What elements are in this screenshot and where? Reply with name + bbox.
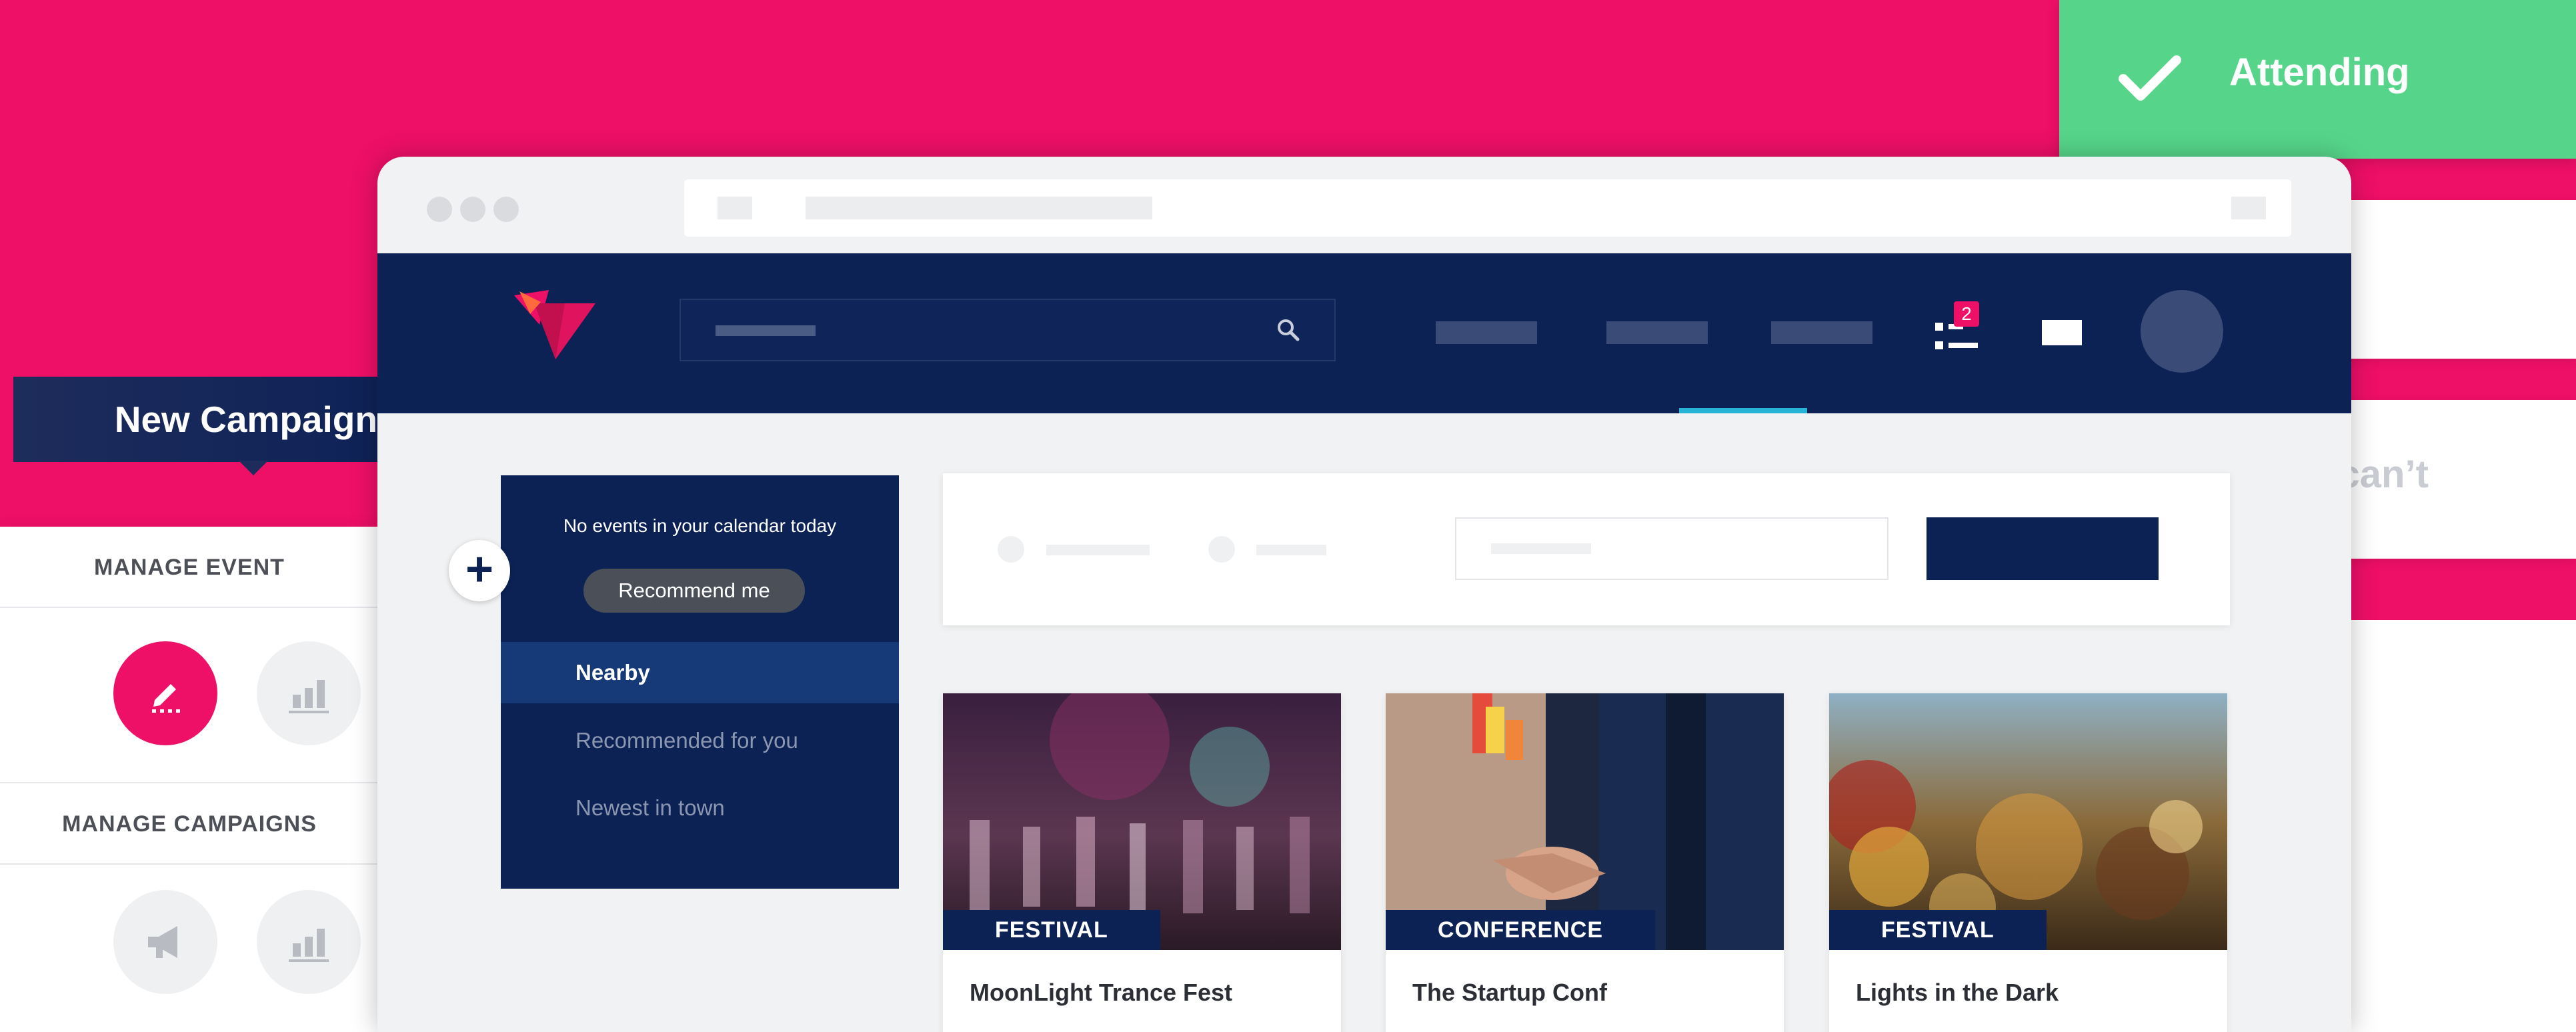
nav-link[interactable] <box>1606 321 1708 344</box>
event-stats-button[interactable] <box>257 641 361 745</box>
placeholder-block <box>718 197 752 219</box>
pencil-icon <box>152 684 180 713</box>
window-dot <box>460 197 485 222</box>
event-category-badge: CONFERENCE <box>1386 910 1656 950</box>
calendar-empty-message: No events in your calendar today <box>563 515 837 536</box>
manage-event-heading: MANAGE EVENT <box>0 527 379 608</box>
edit-event-button[interactable] <box>113 641 217 745</box>
add-button[interactable]: + <box>449 540 510 601</box>
sidebar-item-recommended[interactable]: Recommended for you <box>501 710 899 771</box>
app-logo <box>514 290 595 359</box>
event-card[interactable]: CONFERENCE The Startup Conf <box>1386 693 1784 1032</box>
placeholder-block <box>806 197 1152 219</box>
placeholder-block <box>716 325 816 336</box>
sidebar-item-newest[interactable]: Newest in town <box>501 777 899 839</box>
placeholder-block <box>2231 197 2266 219</box>
sidebar-item-nearby[interactable]: Nearby <box>501 642 899 703</box>
browser-window: 2 No events in your calendar today Recom… <box>377 157 2351 1032</box>
recommend-me-button[interactable]: Recommend me <box>583 569 805 613</box>
bar-chart-icon <box>289 929 329 962</box>
bar-chart-icon <box>289 680 329 713</box>
search-icon[interactable] <box>1276 317 1301 343</box>
event-title: Lights in the Dark <box>1856 979 2059 1006</box>
radio-option[interactable] <box>998 536 1024 563</box>
event-category-badge: FESTIVAL <box>943 910 1160 950</box>
placeholder-block <box>1256 545 1326 555</box>
campaign-stats-button[interactable] <box>257 890 361 994</box>
tooltip-pointer <box>239 461 268 475</box>
manage-campaigns-heading: MANAGE CAMPAIGNS <box>0 783 379 865</box>
event-category-badge: FESTIVAL <box>1829 910 2047 950</box>
placeholder-block <box>1046 545 1150 555</box>
window-dot <box>493 197 519 222</box>
address-bar[interactable] <box>684 179 2291 237</box>
filter-bar <box>943 473 2230 625</box>
check-icon <box>2119 55 2181 101</box>
event-card[interactable]: FESTIVAL Lights in the Dark <box>1829 693 2227 1032</box>
placeholder-block <box>1491 543 1591 554</box>
filter-input[interactable] <box>1455 517 1888 580</box>
event-card[interactable]: FESTIVAL MoonLight Trance Fest <box>943 693 1341 1032</box>
event-title: The Startup Conf <box>1412 979 1607 1006</box>
notification-badge: 2 <box>1954 301 1979 327</box>
new-campaign-label: New Campaign <box>114 399 377 440</box>
filter-submit-button[interactable] <box>1926 517 2159 580</box>
top-navbar: 2 <box>377 253 2351 413</box>
nav-link[interactable] <box>1771 321 1872 344</box>
event-tools-panel: MANAGE EVENT MANAGE CAMPAIGNS <box>0 527 379 1032</box>
search-input[interactable] <box>680 299 1336 361</box>
rsvp-attending-label: Attending <box>2229 51 2410 94</box>
megaphone-icon <box>148 926 177 958</box>
rsvp-attending-card[interactable]: Attending <box>2059 0 2576 159</box>
new-campaign-button[interactable]: New Campaign <box>13 377 377 475</box>
active-nav-indicator <box>1679 408 1807 413</box>
radio-option[interactable] <box>1208 536 1235 563</box>
message-icon[interactable] <box>2042 320 2082 345</box>
event-title: MoonLight Trance Fest <box>970 979 1233 1006</box>
campaign-announce-button[interactable] <box>113 890 217 994</box>
discovery-sidebar: No events in your calendar today Recomme… <box>501 475 899 889</box>
avatar[interactable] <box>2141 290 2223 373</box>
window-dot <box>427 197 452 222</box>
nav-link[interactable] <box>1436 321 1537 344</box>
